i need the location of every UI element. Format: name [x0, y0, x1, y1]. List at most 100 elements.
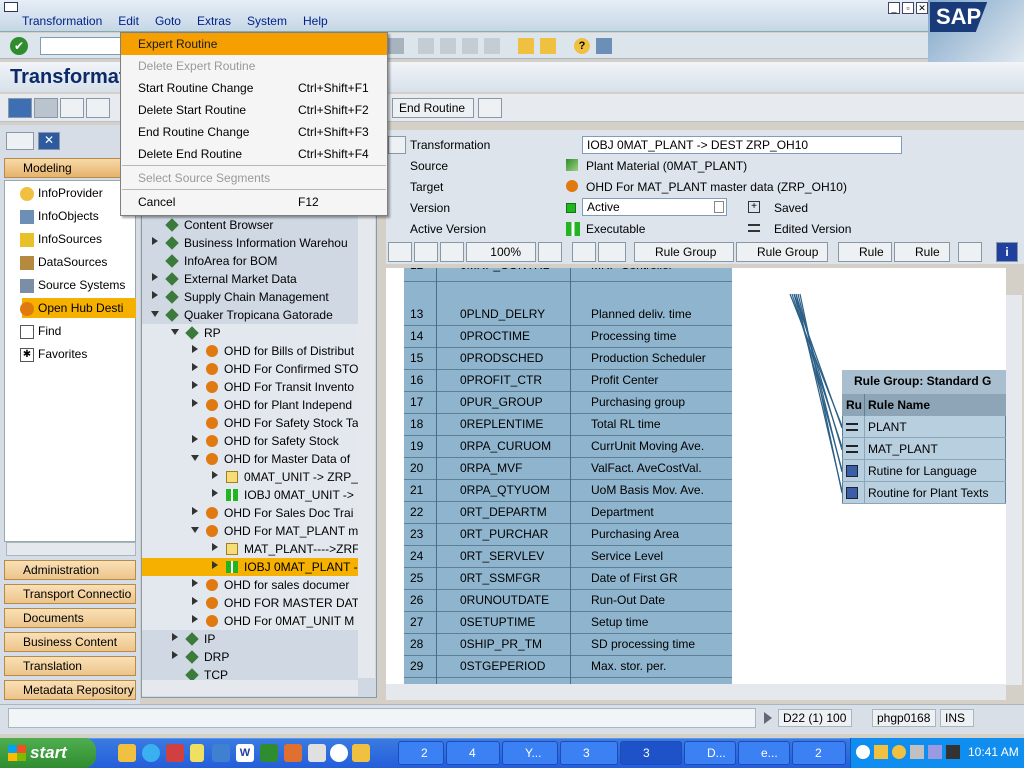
tree-vscrollbar[interactable]	[358, 216, 375, 678]
settings-icon[interactable]	[958, 242, 982, 262]
expand-arrow-icon[interactable]	[152, 273, 158, 281]
tree-row[interactable]: InfoArea for BOM	[142, 252, 358, 270]
expand-arrow-icon[interactable]	[192, 435, 198, 443]
nav-item-favorites[interactable]: ✱ Favorites	[20, 347, 87, 362]
expand-arrow-icon[interactable]	[192, 381, 198, 389]
tree-row[interactable]: OHD For MAT_PLANT m	[142, 522, 358, 540]
expand-arrow-icon[interactable]	[192, 507, 198, 515]
section-documents[interactable]: Documents	[4, 608, 136, 628]
prev-page-icon[interactable]	[440, 38, 456, 54]
table-row[interactable]: 26 0RUNOUTDATE Run-Out Date	[404, 590, 732, 612]
forward-arrow-icon[interactable]	[34, 98, 58, 118]
expand-arrow-icon[interactable]	[152, 291, 158, 299]
collapse-arrow-icon[interactable]	[191, 527, 199, 533]
menu-help[interactable]: Help	[295, 12, 336, 32]
tree-row[interactable]: OHD For Transit Invento	[142, 378, 358, 396]
tree-hscrollbar[interactable]	[142, 680, 358, 696]
edit-menu-item[interactable]: Start Routine Change Ctrl+Shift+F1	[121, 77, 387, 99]
expand-arrow-icon[interactable]	[192, 399, 198, 407]
expand-arrow-icon[interactable]	[172, 651, 178, 659]
task-yahoo[interactable]: Y...	[502, 741, 558, 765]
minimize-icon[interactable]: _	[888, 2, 900, 14]
task-group[interactable]: 2	[398, 741, 444, 765]
section-transport[interactable]: Transport Connectio	[4, 584, 136, 604]
rule-row[interactable]: MAT_PLANT	[842, 438, 1006, 460]
export-icon[interactable]	[598, 242, 626, 262]
table-row[interactable]: 29 0STGEPERIOD Max. stor. per.	[404, 656, 732, 678]
tray-icon[interactable]	[874, 745, 888, 759]
header-toggle-icon[interactable]	[388, 136, 406, 154]
end-routine-button[interactable]: End Routine	[392, 98, 474, 118]
nav-item-find[interactable]: Find	[20, 324, 61, 339]
tree-row[interactable]: Content Browser	[142, 216, 358, 234]
tree-row[interactable]: DRP	[142, 648, 358, 666]
nav-item-source-systems[interactable]: Source Systems	[20, 278, 125, 293]
ie-icon[interactable]	[142, 744, 160, 762]
close-panel-icon[interactable]: ✕	[38, 132, 60, 150]
tray-icon[interactable]	[910, 745, 924, 759]
enter-check-icon[interactable]: ✔	[10, 37, 28, 55]
tree-row[interactable]: 0MAT_UNIT -> ZRP_	[142, 468, 358, 486]
status-expand-icon[interactable]	[764, 712, 772, 724]
trash-icon[interactable]	[478, 98, 502, 118]
table-row[interactable]: 15 0PRODSCHED Production Scheduler	[404, 348, 732, 370]
section-business-content[interactable]: Business Content	[4, 632, 136, 652]
table-row[interactable]: 27 0SETUPTIME Setup time	[404, 612, 732, 634]
quicklaunch-icon[interactable]	[308, 744, 326, 762]
rule-new-button[interactable]: Rule	[838, 242, 892, 262]
task-group[interactable]: 4	[446, 741, 500, 765]
table-row[interactable]: 18 0REPLENTIME Total RL time	[404, 414, 732, 436]
nav-hscrollbar[interactable]	[6, 542, 136, 556]
close-icon[interactable]: ✕	[916, 2, 928, 14]
tree-row[interactable]: TCP	[142, 666, 358, 680]
tray-expand-icon[interactable]	[856, 745, 870, 759]
table-row[interactable]: 24 0RT_SERVLEV Service Level	[404, 546, 732, 568]
quicklaunch-icon[interactable]	[118, 744, 136, 762]
expand-arrow-icon[interactable]	[212, 543, 218, 551]
canvas-vscrollbar[interactable]	[1006, 295, 1022, 685]
table-row[interactable]: 14 0PROCTIME Processing time	[404, 326, 732, 348]
table-row[interactable]: 23 0RT_PURCHAR Purchasing Area	[404, 524, 732, 546]
rule-group-new-button[interactable]: Rule Group	[634, 242, 734, 262]
section-translation[interactable]: Translation	[4, 656, 136, 676]
table-row[interactable]: 13 0PLND_DELRY Planned deliv. time	[404, 304, 732, 326]
zoom-select[interactable]: 100%	[466, 242, 536, 262]
nav-item-infoprovider[interactable]: InfoProvider	[20, 186, 103, 201]
tree-row[interactable]: Supply Chain Management	[142, 288, 358, 306]
nav-item-datasources[interactable]: DataSources	[20, 255, 107, 270]
toolbar-icon[interactable]	[388, 38, 404, 54]
table-row[interactable]: 16 0PROFIT_CTR Profit Center	[404, 370, 732, 392]
edit-menu-item[interactable]: Expert Routine	[121, 33, 387, 55]
task-group[interactable]: 3	[560, 741, 618, 765]
command-field[interactable]	[40, 37, 124, 55]
tree-row[interactable]: MAT_PLANT---->ZRF	[142, 540, 358, 558]
table-row[interactable]: 22 0RT_DEPARTM Department	[404, 502, 732, 524]
tree-row[interactable]: OHD for Safety Stock	[142, 432, 358, 450]
next-page-icon[interactable]	[462, 38, 478, 54]
excel-icon[interactable]	[260, 744, 278, 762]
move-icon[interactable]	[388, 242, 412, 262]
expand-arrow-icon[interactable]	[192, 579, 198, 587]
tree-row[interactable]: OHD FOR MASTER DAT	[142, 594, 358, 612]
table-row[interactable]: 17 0PUR_GROUP Purchasing group	[404, 392, 732, 414]
tree-row[interactable]: OHD For 0MAT_UNIT M	[142, 612, 358, 630]
nav-item-infosources[interactable]: InfoSources	[20, 232, 102, 247]
tray-icon[interactable]	[946, 745, 960, 759]
tree-row[interactable]: OHD For Safety Stock Ta	[142, 414, 358, 432]
tree-row[interactable]: OHD For Sales Doc Trai	[142, 504, 358, 522]
edit-menu-item[interactable]: End Routine Change Ctrl+Shift+F3	[121, 121, 387, 143]
tree-row[interactable]: Quaker Tropicana Gatorade	[142, 306, 358, 324]
expand-arrow-icon[interactable]	[212, 561, 218, 569]
shortcut-icon[interactable]	[540, 38, 556, 54]
quicklaunch-icon[interactable]	[212, 744, 230, 762]
menu-transformation[interactable]: Transformation	[14, 12, 110, 32]
table-row[interactable]: 20 0RPA_MVF ValFact. AveCostVal.	[404, 458, 732, 480]
quicklaunch-icon[interactable]	[190, 744, 204, 762]
expand-arrow-icon[interactable]	[212, 471, 218, 479]
rule-row[interactable]: PLANT	[842, 416, 1006, 438]
modeling-header[interactable]: Modeling	[4, 158, 136, 178]
window-menu-icon[interactable]	[4, 2, 18, 12]
expand-arrow-icon[interactable]	[192, 363, 198, 371]
collapse-arrow-icon[interactable]	[151, 311, 159, 317]
zoom-in-icon[interactable]	[414, 242, 438, 262]
